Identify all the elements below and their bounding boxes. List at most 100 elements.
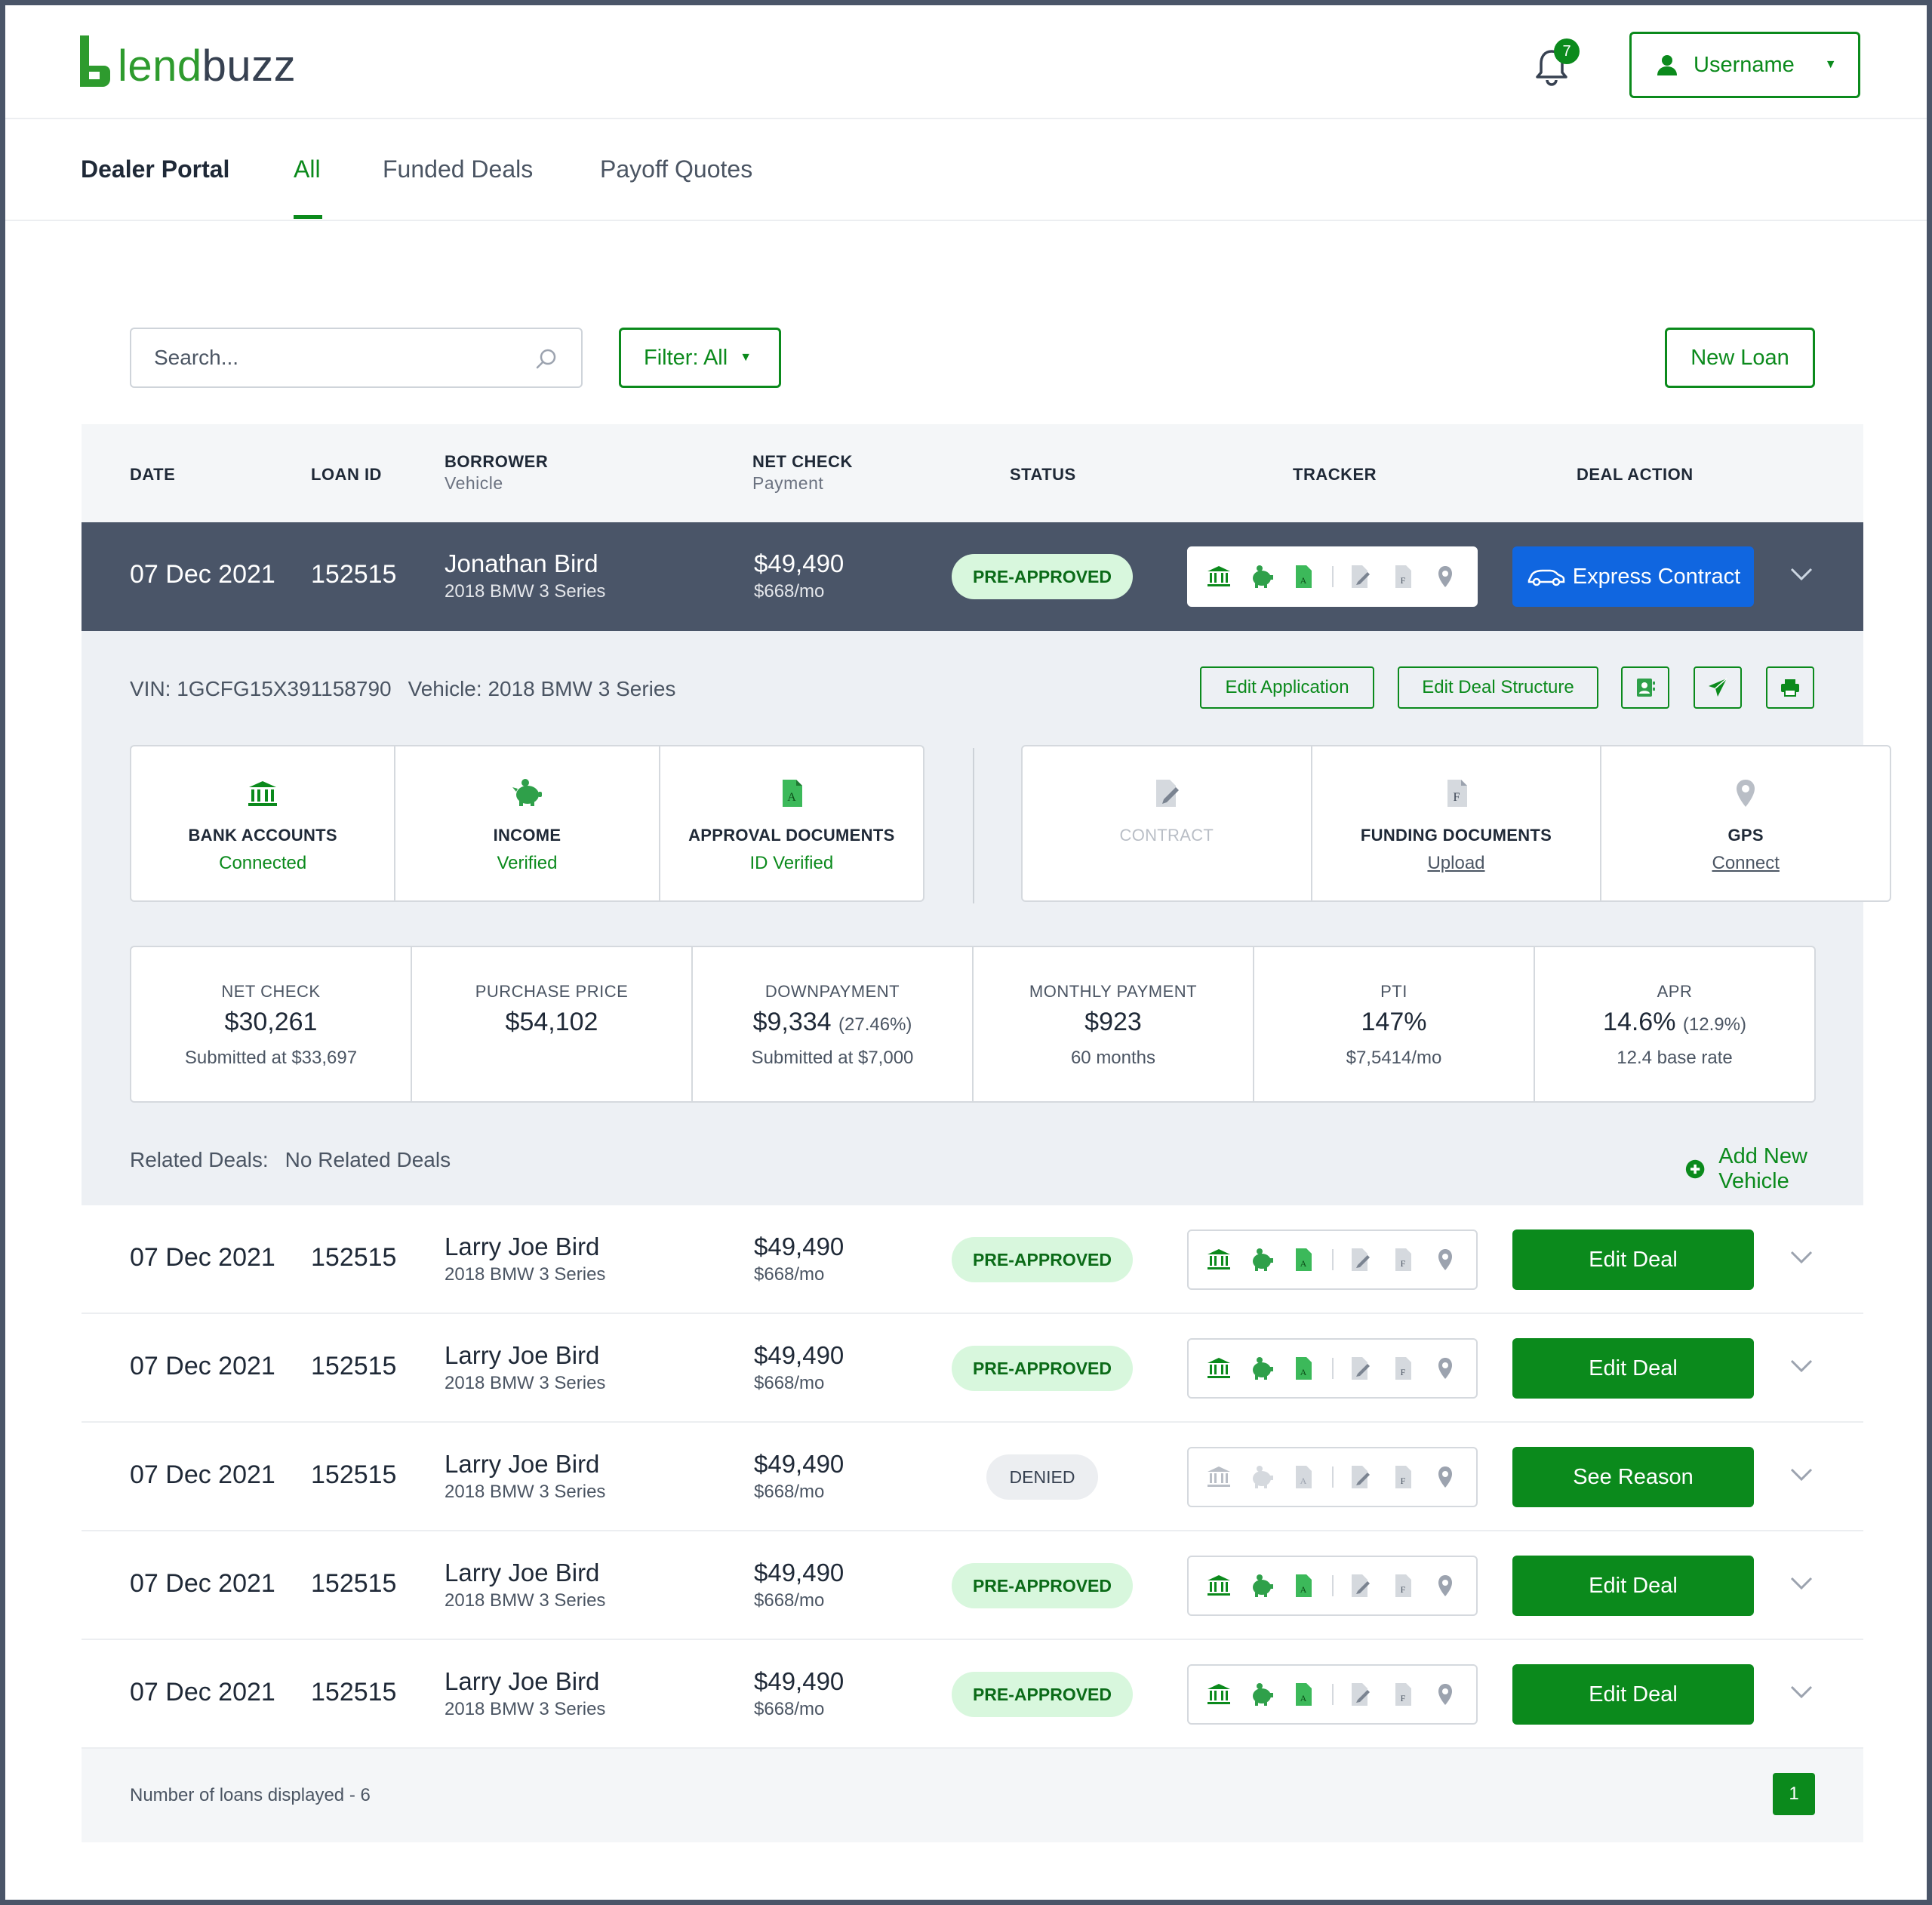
row-loan-id: 152515	[311, 1243, 397, 1272]
table-row[interactable]: 07 Dec 2021 152515 Larry Joe Bird 2018 BM…	[82, 1640, 1863, 1749]
add-new-vehicle-button[interactable]: Add New Vehicle	[1685, 1144, 1863, 1194]
stat-label: PURCHASE PRICE	[475, 982, 629, 1001]
chevron-down-icon[interactable]	[1789, 1466, 1814, 1483]
chevron-down-icon[interactable]	[1789, 1249, 1814, 1266]
svg-text:A: A	[1300, 575, 1307, 586]
express-contract-label: Express Contract	[1572, 564, 1741, 589]
new-loan-button[interactable]: New Loan	[1665, 328, 1815, 388]
edit-deal-button[interactable]: Edit Deal	[1512, 1229, 1754, 1290]
tracker-bar[interactable]: AF	[1187, 1338, 1478, 1399]
row-date: 07 Dec 2021	[130, 560, 275, 589]
printer-icon	[1781, 679, 1799, 697]
net-check-value: $49,490	[754, 1233, 844, 1260]
tracker-approval-documents[interactable]: A APPROVAL DOCUMENTS ID Verified	[660, 746, 923, 900]
tracker-bar[interactable]: AF	[1187, 1556, 1478, 1616]
payment-value: $668/mo	[754, 1264, 825, 1285]
payment-value: $668/mo	[754, 1373, 825, 1393]
logo-mark-icon	[80, 35, 110, 87]
deal-details-panel: VIN: 1GCFG15X391158790 Vehicle: 2018 BMW …	[82, 631, 1891, 1205]
tracker-separator	[1332, 1684, 1334, 1705]
portal-title: Dealer Portal	[81, 155, 230, 183]
status-badge: PRE-APPROVED	[952, 1672, 1133, 1717]
tracker-bank-accounts[interactable]: BANK ACCOUNTS Connected	[131, 746, 396, 900]
stat-label: DOWNPAYMENT	[764, 982, 900, 1001]
tracker-gps[interactable]: GPS Connect	[1601, 746, 1890, 900]
paper-plane-icon	[1709, 678, 1727, 697]
print-button[interactable]	[1766, 666, 1814, 709]
related-deals-label: Related Deals:	[130, 1148, 269, 1171]
approval-document-icon: A	[782, 780, 802, 807]
status-badge: PRE-APPROVED	[952, 1237, 1133, 1282]
chevron-down-icon[interactable]	[1789, 1358, 1814, 1374]
tracker-separator	[1332, 1358, 1334, 1379]
approval-documents-status: ID Verified	[749, 853, 834, 873]
stat-purchase-price: PURCHASE PRICE $54,102	[412, 947, 693, 1101]
table-row[interactable]: 07 Dec 2021 152515 Larry Joe Bird 2018 BM…	[82, 1531, 1863, 1640]
gps-connect-link[interactable]: Connect	[1601, 853, 1890, 874]
stat-value: $30,261	[224, 1008, 318, 1036]
tab-funded-deals[interactable]: Funded Deals	[383, 155, 533, 183]
stat-net-check: NET CHECK $30,261 Submitted at $33,697	[131, 947, 412, 1101]
header-loan-id: LOAN ID	[311, 465, 382, 484]
row-date: 07 Dec 2021	[130, 1352, 275, 1380]
header-date: DATE	[130, 465, 176, 484]
status-badge: PRE-APPROVED	[952, 1563, 1133, 1608]
borrower-name: Larry Joe Bird	[445, 1450, 600, 1478]
chevron-down-icon[interactable]	[1789, 1575, 1814, 1592]
chevron-down-icon[interactable]	[1789, 566, 1814, 583]
table-row[interactable]: 07 Dec 2021 152515 Larry Joe Bird 2018 BM…	[82, 1423, 1863, 1531]
filter-dropdown[interactable]: Filter: All ▼	[619, 328, 781, 388]
tracker-separator	[1332, 1575, 1334, 1596]
lendbuzz-logo[interactable]: lendbuzz	[77, 34, 296, 88]
edit-deal-button[interactable]: Edit Deal	[1512, 1338, 1754, 1399]
contract-icon	[1352, 1466, 1370, 1488]
stat-value: $923	[1084, 1008, 1142, 1036]
tracker-funding-documents[interactable]: F FUNDING DOCUMENTS Upload	[1312, 746, 1602, 900]
search-icon[interactable]	[534, 347, 558, 371]
username-label: Username	[1694, 52, 1795, 77]
row-date: 07 Dec 2021	[130, 1243, 275, 1272]
tab-all[interactable]: All	[294, 155, 321, 183]
app-window: lendbuzz 7 Username ▼ Dealer Portal All …	[0, 0, 1932, 1905]
tracker-bar[interactable]: AF	[1187, 1664, 1478, 1725]
edit-deal-structure-button[interactable]: Edit Deal Structure	[1398, 666, 1598, 709]
tracker-income[interactable]: INCOME Verified	[395, 746, 660, 900]
chevron-down-icon[interactable]	[1789, 1684, 1814, 1700]
send-button[interactable]	[1694, 666, 1742, 709]
funding-document-icon: F	[1395, 1683, 1411, 1706]
contract-icon	[1352, 1574, 1370, 1597]
funding-tracker-group: CONTRACT F FUNDING DOCUMENTS Upload GPS …	[1021, 745, 1891, 902]
user-menu-button[interactable]: Username ▼	[1629, 32, 1860, 98]
express-contract-button[interactable]: Express Contract	[1512, 546, 1754, 607]
tab-payoff-quotes[interactable]: Payoff Quotes	[600, 155, 752, 183]
main-nav: Dealer Portal All Funded Deals Payoff Qu…	[5, 119, 1927, 221]
funding-document-icon: F	[1447, 780, 1467, 807]
contract-icon	[1155, 780, 1179, 807]
payment-value: $668/mo	[754, 581, 825, 602]
header-deal-action: DEAL ACTION	[1577, 465, 1694, 484]
tracker-bar[interactable]: AF	[1187, 1229, 1478, 1290]
location-pin-icon	[1737, 780, 1755, 807]
row-loan-id: 152515	[311, 1352, 397, 1380]
edit-application-button[interactable]: Edit Application	[1200, 666, 1374, 709]
loan-count: Number of loans displayed - 6	[130, 1785, 371, 1805]
funding-upload-link[interactable]: Upload	[1312, 853, 1601, 874]
edit-deal-button[interactable]: Edit Deal	[1512, 1664, 1754, 1725]
search-input[interactable]: Search...	[130, 328, 583, 388]
contract-icon	[1352, 1683, 1370, 1706]
see-reason-button[interactable]: See Reason	[1512, 1447, 1754, 1507]
income-label: INCOME	[493, 826, 561, 845]
tracker-bar[interactable]: AF	[1187, 546, 1478, 607]
tracker-divider	[973, 748, 974, 903]
borrower-vehicle: 2018 BMW 3 Series	[445, 1373, 606, 1393]
related-deals-value: No Related Deals	[285, 1148, 451, 1171]
header-payment-label: Payment	[752, 473, 824, 493]
table-row[interactable]: 07 Dec 2021 152515 Jonathan Bird 2018 BMW…	[82, 522, 1863, 631]
approval-document-icon: A	[1296, 565, 1312, 588]
pagination-page-button[interactable]: 1	[1773, 1773, 1815, 1815]
edit-deal-button[interactable]: Edit Deal	[1512, 1556, 1754, 1616]
table-row[interactable]: 07 Dec 2021 152515 Larry Joe Bird 2018 BM…	[82, 1314, 1863, 1423]
contact-card-button[interactable]	[1621, 666, 1669, 709]
tracker-bar[interactable]: AF	[1187, 1447, 1478, 1507]
table-row[interactable]: 07 Dec 2021 152515 Larry Joe Bird 2018 BM…	[82, 1205, 1863, 1314]
